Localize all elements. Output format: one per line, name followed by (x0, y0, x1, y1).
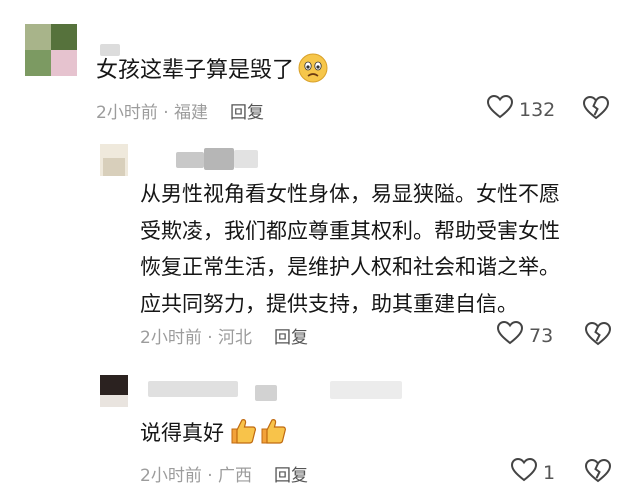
username-blurred[interactable] (255, 385, 277, 401)
comment-3: 说得真好 2小时前 · 广西 回复 1 (0, 365, 640, 501)
comment-line: 恢复正常生活，是维护人权和社会和谐之举。 (140, 255, 560, 279)
comment-time: 2小时前 (96, 103, 158, 123)
heart-icon (486, 94, 514, 124)
username-blurred[interactable] (176, 152, 204, 168)
reply-button[interactable]: 回复 (230, 103, 264, 123)
broken-heart-icon (582, 95, 610, 124)
comment-text: 从男性视角看女性身体，易显狭隘。女性不愿 受欺凌，我们都应尊重其权利。帮助受害女… (140, 176, 560, 322)
comment-location: 河北 (218, 328, 253, 348)
username-blurred[interactable] (330, 381, 402, 399)
comment-meta: 2小时前 · 广西 回复 (140, 466, 309, 486)
username-blurred[interactable] (234, 150, 258, 168)
comment-2: 从男性视角看女性身体，易显狭隘。女性不愿 受欺凌，我们都应尊重其权利。帮助受害女… (0, 140, 640, 365)
comment-text: 女孩这辈子算是毁了 (96, 53, 328, 96)
comment-text: 说得真好 (140, 415, 288, 458)
worried-face-icon (298, 53, 328, 96)
like-button[interactable]: 132 (486, 94, 556, 124)
like-count: 132 (519, 98, 556, 121)
comment-text-content: 说得真好 (140, 421, 224, 445)
username-blurred[interactable] (204, 148, 234, 170)
comment-1: 女孩这辈子算是毁了 2小时前 · 福建 回复 132 (0, 0, 640, 140)
broken-heart-icon (584, 458, 612, 487)
reply-button[interactable]: 回复 (274, 466, 308, 486)
dislike-button[interactable] (584, 458, 612, 487)
comment-time: 2小时前 (140, 328, 202, 348)
comment-line: 应共同努力，提供支持，助其重建自信。 (140, 291, 518, 316)
heart-icon (510, 457, 538, 487)
dislike-button[interactable] (582, 95, 610, 124)
heart-icon (496, 320, 524, 350)
comment-line: 从男性视角看女性身体，易显狭隘。女性不愿 (140, 182, 560, 206)
username-blurred[interactable] (148, 381, 238, 397)
comment-location: 广西 (218, 466, 253, 486)
comment-text-content: 女孩这辈子算是毁了 (96, 58, 295, 83)
reply-button[interactable]: 回复 (274, 328, 308, 348)
comment-time: 2小时前 (140, 466, 202, 486)
comment-line: 受欺凌，我们都应尊重其权利。帮助受害女性 (140, 218, 560, 243)
dislike-button[interactable] (584, 321, 612, 350)
thumbs-up-icon (258, 416, 288, 458)
broken-heart-icon (584, 321, 612, 350)
like-button[interactable]: 1 (510, 457, 556, 487)
like-count: 1 (543, 461, 556, 484)
avatar[interactable] (25, 24, 77, 76)
comment-meta: 2小时前 · 福建 回复 (96, 103, 265, 123)
avatar[interactable] (100, 144, 128, 176)
comment-meta: 2小时前 · 河北 回复 (140, 328, 309, 348)
like-button[interactable]: 73 (496, 320, 554, 350)
avatar[interactable] (100, 375, 128, 407)
like-count: 73 (529, 324, 554, 347)
comment-location: 福建 (174, 103, 209, 123)
thumbs-up-icon (228, 416, 258, 458)
